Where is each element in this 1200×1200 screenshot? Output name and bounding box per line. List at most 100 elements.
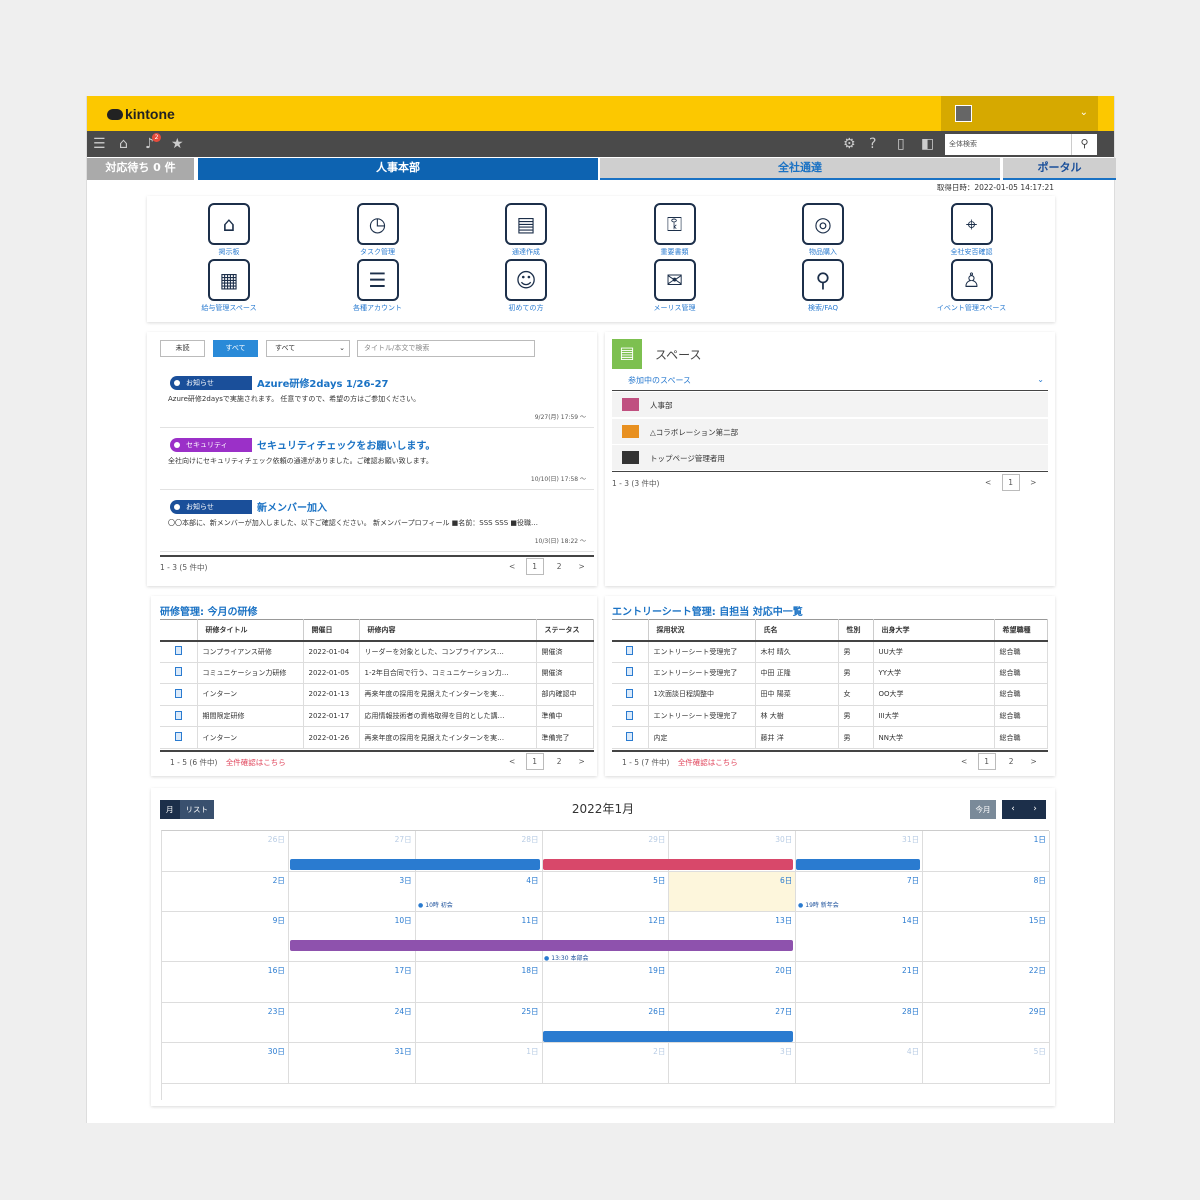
calendar-event[interactable]: 13:30 本部会 [544,953,588,962]
calendar-day[interactable]: 9日 [162,912,289,962]
notice-title[interactable]: セキュリティチェックをお願いします。 [257,437,435,452]
event-bar[interactable] [543,859,793,870]
table-row[interactable]: インターン 2022-01-26 再来年度の採用を見据えたインターンを実… 準備完了 [160,726,594,749]
app-house[interactable]: ⌂ 掲示板 [169,203,289,257]
tab-hr[interactable]: 人事本部 [198,158,598,180]
app-coins[interactable]: ◎ 物品購入 [763,203,883,257]
table-row[interactable]: エントリーシート受理完了 木村 晴久男 UU大学 総合職 [612,640,1048,663]
calendar-day[interactable]: 6日 [669,871,797,912]
notice-search-input[interactable]: タイトル/本文で検索 [357,340,535,357]
mobile-icon[interactable]: ▯ [897,136,905,152]
calendar-day[interactable]: 29日 [923,1002,1050,1043]
calendar-day[interactable]: 3日 [669,1043,797,1084]
calendar-day[interactable]: 21日 [796,962,924,1003]
space-item[interactable]: △コラボレーション第二部 [612,418,1048,444]
unread-filter-button[interactable]: 未読 [160,340,205,357]
col-header[interactable]: 希望職種 [994,619,1048,642]
spaces-dropdown[interactable]: 参加中のスペース ⌄ [612,372,1048,391]
event-bar[interactable] [290,940,793,951]
star-icon[interactable]: ★ [171,136,184,152]
help-icon[interactable]: ? [869,136,876,152]
document-icon[interactable] [612,726,649,749]
document-icon[interactable] [160,726,198,749]
calendar-day[interactable]: 24日 [288,1002,416,1043]
page-1[interactable]: 1 [1001,474,1020,491]
tab-pending[interactable]: 対応待ち 0 件 [87,158,194,180]
app-mail[interactable]: ✉ メーリス管理 [615,259,735,313]
app-map-pin[interactable]: ⌖ 全社安否確認 [912,203,1032,257]
calendar-day[interactable]: 22日 [923,962,1050,1003]
calendar-day[interactable]: 1日 [923,831,1050,872]
table-row[interactable]: コミュニケーション力研修 2022-01-05 1-2年目合同で行う、コミュニケーシ… [160,662,594,685]
document-icon[interactable] [160,662,198,685]
calendar-event[interactable]: 10時 初会 [418,900,453,909]
training-title[interactable]: 研修管理: 今月の研修 [160,603,257,618]
calendar-day[interactable]: 31日 [288,1043,416,1084]
page-1[interactable]: 1 [525,753,544,770]
notice-title[interactable]: 新メンバー加入 [257,499,327,514]
calendar-day[interactable]: 20日 [669,962,797,1003]
app-key[interactable]: ⚿ 重要書類 [615,203,735,257]
event-bar[interactable] [543,1031,793,1042]
page-2[interactable]: 2 [550,754,568,771]
table-row[interactable]: 期間限定研修 2022-01-17 応用情報技術者の資格取得を目的とした講… 準備中 [160,705,594,728]
document-icon[interactable] [160,640,198,663]
calendar-day[interactable]: 15日 [923,912,1050,962]
notice-item[interactable]: お知らせ Azure研修2days 1/26-27 Azure研修2daysで実施さ… [160,368,594,428]
page-1[interactable]: 1 [977,753,996,770]
col-header[interactable]: 出身大学 [873,619,995,642]
calendar-day[interactable]: 1日 [415,1043,543,1084]
col-header[interactable]: 氏名 [755,619,839,642]
col-header[interactable]: 性別 [838,619,874,642]
space-item[interactable]: 人事部 [612,392,1048,417]
table-row[interactable]: エントリーシート受理完了 中田 正隆男 YY大学 総合職 [612,662,1048,685]
app-podium[interactable]: ▤ 通達作成 [466,203,586,257]
col-header[interactable]: ステータス [536,619,594,642]
table-row[interactable]: 内定 藤井 洋男 NN大学 総合職 [612,726,1048,749]
calendar-day[interactable]: 4日 [796,1043,924,1084]
training-all-link[interactable]: 全件確認はこちら [226,758,286,767]
calendar-day[interactable]: 14日 [796,912,924,962]
app-list[interactable]: ☰ 各種アカウント [318,259,438,313]
calendar-day[interactable]: 19日 [542,962,670,1003]
menu-icon[interactable]: ☰ [93,136,106,152]
notice-title[interactable]: Azure研修2days 1/26-27 [257,375,389,390]
document-icon[interactable] [612,705,649,728]
home-icon[interactable]: ⌂ [119,136,128,152]
calendar-day[interactable]: 25日 [415,1002,543,1043]
calendar-day[interactable]: 26日 [162,831,289,872]
calendar-day[interactable]: 5日 [923,1043,1050,1084]
code-icon[interactable]: ◧ [921,136,934,152]
next-icon[interactable]: > [1030,478,1036,487]
col-header[interactable]: 開催日 [303,619,360,642]
page-2[interactable]: 2 [1002,754,1020,771]
next-icon[interactable]: > [578,757,584,766]
tab-portal[interactable]: ポータル [1003,158,1116,180]
calendar-day[interactable]: 11日 [415,912,543,962]
app-clock[interactable]: ◷ タスク管理 [318,203,438,257]
col-header[interactable]: 採用状況 [648,619,756,642]
document-icon[interactable] [612,662,649,685]
table-row[interactable]: インターン 2022-01-13 再来年度の採用を見据えたインターンを実… 部内確認中 [160,683,594,706]
search-icon[interactable]: ⚲ [1071,134,1097,155]
app-glasses[interactable]: ♙ イベント管理スペース [912,259,1032,313]
category-select[interactable]: すべて ⌄ [266,340,350,357]
document-icon[interactable] [612,683,649,706]
calendar-day[interactable]: 18日 [415,962,543,1003]
document-icon[interactable] [160,683,198,706]
calendar-day[interactable]: 3日 [288,871,416,912]
next-icon[interactable]: > [1030,757,1036,766]
prev-icon[interactable]: < [509,562,515,571]
document-icon[interactable] [612,640,649,663]
calendar-day[interactable]: 16日 [162,962,289,1003]
table-row[interactable]: 1次面談日程調整中 田中 陽菜女 OO大学 総合職 [612,683,1048,706]
page-1[interactable]: 1 [525,558,544,575]
event-bar[interactable] [796,859,920,870]
today-button[interactable]: 今月 [970,800,996,819]
table-row[interactable]: コンプライアンス研修 2022-01-04 リーダーを対象とした、コンプライアンス…… [160,640,594,663]
col-header[interactable]: 研修タイトル [197,619,304,642]
next-icon[interactable]: > [578,562,584,571]
calendar-day[interactable]: 28日 [796,1002,924,1043]
app-invoice[interactable]: ▦ 給与管理スペース [169,259,289,313]
gear-icon[interactable]: ⚙ [843,136,856,152]
